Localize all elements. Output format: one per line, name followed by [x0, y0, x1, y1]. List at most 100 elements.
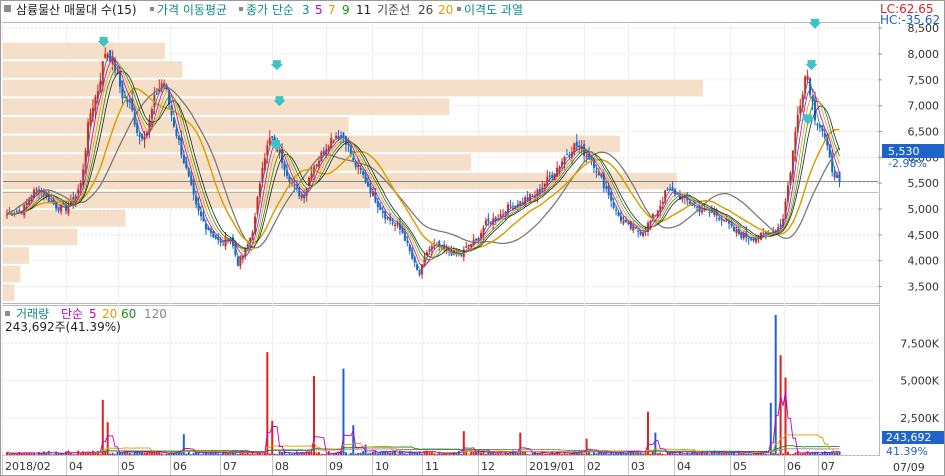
profile-bar [3, 154, 472, 171]
ma-label[interactable]: 가격 이동평균 [157, 3, 227, 17]
volume-bar [344, 452, 347, 455]
volume-bar [357, 452, 360, 455]
candle-body [637, 230, 640, 232]
volume-bar [163, 454, 166, 455]
candle-body [622, 221, 625, 224]
candle-body [806, 75, 809, 80]
volume-bar [516, 452, 519, 455]
ma-period-11: 11 [356, 3, 371, 17]
volume-bar [28, 453, 31, 455]
candle-body [460, 254, 463, 256]
legend-square [457, 7, 461, 11]
volume-bar [376, 453, 379, 455]
volume-bar [538, 453, 541, 455]
volume-bar [276, 454, 279, 455]
candle-body [35, 189, 38, 191]
x-tick-label: 06 [173, 460, 187, 473]
ma-period-7: 7 [328, 3, 336, 17]
volume-bar [52, 454, 55, 455]
volume-bar [592, 452, 595, 455]
candle-body [809, 78, 812, 95]
profile-bar [3, 284, 15, 301]
candle-body [833, 172, 836, 178]
volume-bar [548, 453, 551, 455]
volume-bar [60, 454, 63, 455]
volume-bar [145, 452, 148, 455]
volume-bar [411, 452, 414, 455]
volume-bar [35, 454, 38, 455]
volume-bar [227, 453, 230, 455]
candle-body [428, 249, 431, 251]
volume-bar [273, 453, 276, 455]
candle-body [222, 244, 225, 246]
volume-bar [416, 452, 419, 455]
volume-bar [322, 454, 325, 455]
x-tick-label: 2018/02 [5, 460, 51, 473]
stock-chart[interactable]: 3,5004,0004,5005,0005,5006,0006,5007,000… [0, 0, 945, 476]
volume-bar [317, 452, 320, 455]
x-tick-label: 02 [587, 460, 601, 473]
volume-bar [423, 450, 426, 455]
volume-bar [531, 453, 534, 455]
candle-body [723, 220, 726, 222]
volume-bar [106, 422, 109, 455]
volume-bar [546, 454, 549, 455]
volume-bar [794, 452, 797, 455]
volume-bar [330, 454, 333, 455]
volume-bar [288, 453, 291, 455]
volume-bar [111, 452, 114, 455]
volume-bar [661, 453, 664, 455]
candle-body [548, 175, 551, 177]
volume-bar [782, 453, 785, 455]
volume-bar [15, 453, 18, 455]
volume-ma-60: 60 [121, 307, 136, 321]
volume-bar [823, 451, 826, 455]
volume-bar [813, 452, 816, 455]
candle-body [484, 220, 487, 226]
volume-title[interactable]: 거래량 [16, 307, 49, 321]
volume-bar [696, 452, 699, 455]
volume-bar [568, 454, 571, 455]
volume-bar [354, 453, 357, 455]
x-end-label: 07/09 [893, 461, 925, 474]
volume-bar [281, 452, 284, 455]
volume-bar [433, 453, 436, 455]
price-tick-label: 5,500 [908, 177, 940, 190]
candle-body [435, 242, 438, 244]
volume-bar [285, 454, 288, 455]
volume-bar [789, 454, 792, 455]
volume-bar [683, 454, 686, 455]
volume-bar [507, 453, 509, 455]
volume-bar [715, 453, 718, 455]
volume-bar [688, 453, 691, 455]
volume-bar [583, 453, 586, 455]
price-title[interactable]: 삼륭물산 매물대 수(15) [16, 3, 137, 17]
volume-bar [403, 453, 406, 455]
base-line-label: 기준선 [377, 3, 410, 17]
price-tick-label: 4,000 [908, 255, 940, 268]
profile-bar [3, 172, 677, 190]
volume-bar [207, 453, 210, 455]
volume-bar [359, 452, 362, 455]
candle-body [688, 201, 691, 205]
x-tick-label: 09 [329, 460, 343, 473]
volume-bar [440, 453, 443, 455]
volume-bar [72, 454, 75, 455]
candle-body [268, 137, 271, 145]
volume-bar [290, 453, 293, 455]
disparity-label[interactable]: 이격도 과열 [464, 3, 523, 17]
volume-bar [489, 452, 492, 455]
volume-bar [659, 452, 662, 455]
candle-body [300, 194, 303, 198]
x-tick-label: 11 [425, 460, 439, 473]
volume-bar [396, 453, 399, 455]
candle-body [293, 184, 296, 186]
volume-bar [590, 454, 593, 455]
candle-body [747, 238, 750, 240]
volume-bar [435, 454, 438, 455]
volume-bar [644, 452, 647, 455]
volume-bar [735, 454, 738, 455]
volume-bar [786, 451, 789, 455]
volume-bar [543, 453, 546, 455]
profile-bar [3, 247, 30, 264]
